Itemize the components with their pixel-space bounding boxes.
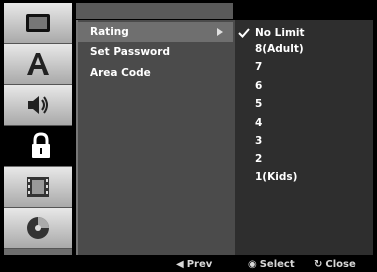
option-no-limit[interactable]: No Limit bbox=[255, 25, 305, 41]
arrow-right-icon bbox=[217, 28, 223, 36]
audio-tab[interactable] bbox=[4, 85, 72, 126]
recording-tab[interactable] bbox=[4, 167, 72, 208]
film-icon bbox=[27, 177, 49, 197]
option-1-kids[interactable]: 1(Kids) bbox=[255, 169, 297, 185]
prev-arrow-icon: ◀ bbox=[176, 259, 184, 270]
navigation-hint-bar: ◀ Prev ◉ Select ↻ Close bbox=[0, 258, 377, 272]
option-2[interactable]: 2 bbox=[255, 151, 262, 167]
menu-item-label: Area Code bbox=[90, 67, 151, 79]
rating-options: No Limit 8(Adult) 7 6 5 4 3 2 1(Kids) bbox=[235, 20, 373, 255]
option-5[interactable]: 5 bbox=[255, 96, 262, 112]
menu-item-area-code[interactable]: Area Code bbox=[78, 63, 233, 83]
close-hint[interactable]: ↻ Close bbox=[314, 258, 356, 272]
menu-item-label: Rating bbox=[90, 26, 129, 38]
menu-item-set-password[interactable]: Set Password bbox=[78, 42, 233, 62]
option-8-adult[interactable]: 8(Adult) bbox=[255, 41, 304, 57]
menu-item-label: Set Password bbox=[90, 46, 170, 58]
setup-screen: Rating Set Password Area Code No Limit 8… bbox=[0, 0, 377, 272]
padlock-icon bbox=[32, 132, 50, 158]
display-tab[interactable] bbox=[4, 3, 72, 44]
return-icon: ↻ bbox=[314, 259, 323, 270]
speaker-icon bbox=[28, 96, 48, 114]
select-button-icon: ◉ bbox=[248, 259, 257, 270]
option-7[interactable]: 7 bbox=[255, 59, 262, 75]
select-label: Select bbox=[259, 259, 295, 270]
option-4[interactable]: 4 bbox=[255, 115, 262, 131]
letter-a-icon bbox=[27, 53, 49, 75]
tv-screen-icon bbox=[26, 14, 50, 32]
language-tab[interactable] bbox=[4, 44, 72, 85]
menu-item-rating[interactable]: Rating bbox=[78, 22, 233, 42]
category-sidebar bbox=[4, 3, 78, 255]
checkmark-icon bbox=[238, 28, 250, 38]
option-3[interactable]: 3 bbox=[255, 133, 262, 149]
select-hint[interactable]: ◉ Select bbox=[248, 258, 295, 272]
option-6[interactable]: 6 bbox=[255, 78, 262, 94]
close-label: Close bbox=[325, 259, 356, 270]
menu-header-bar bbox=[76, 3, 233, 19]
prev-hint[interactable]: ◀ Prev bbox=[176, 258, 212, 272]
lock-menu: Rating Set Password Area Code bbox=[76, 20, 235, 255]
disc-tab[interactable] bbox=[4, 208, 72, 249]
lock-tab[interactable] bbox=[4, 126, 78, 166]
disc-icon bbox=[27, 217, 49, 239]
prev-label: Prev bbox=[186, 259, 213, 270]
